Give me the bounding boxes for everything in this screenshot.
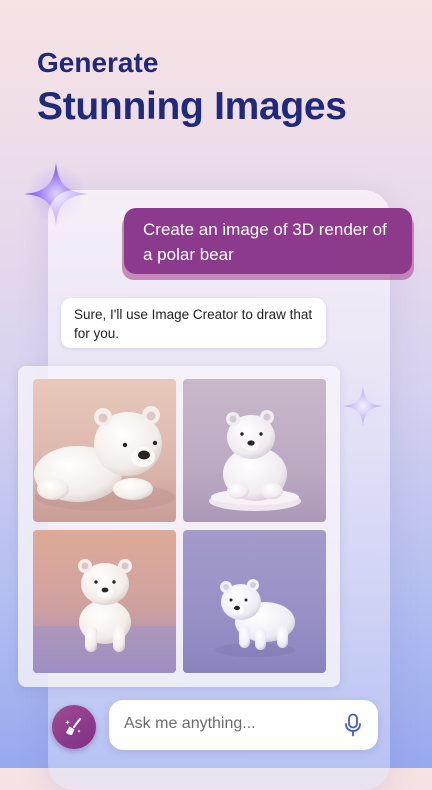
headline-line-1: Generate [37,47,159,78]
ask-input-placeholder: Ask me anything... [124,715,256,732]
new-topic-button[interactable] [52,705,96,749]
headline-line-2: Stunning Images [37,85,347,128]
generated-image-1[interactable] [33,379,176,522]
generated-image-2[interactable] [183,379,326,522]
microphone-icon[interactable] [344,713,362,737]
promo-headline: Generate Stunning Images [37,44,347,132]
user-message-bubble: Create an image of 3D render of a polar … [124,208,412,274]
generated-image-3[interactable] [33,530,176,673]
broom-sparkle-icon [65,718,81,735]
generated-image-4[interactable] [183,530,326,673]
ask-input[interactable]: Ask me anything... [109,700,378,750]
assistant-message-bubble: Sure, I'll use Image Creator to draw tha… [61,298,326,348]
generated-images-panel [18,366,340,687]
